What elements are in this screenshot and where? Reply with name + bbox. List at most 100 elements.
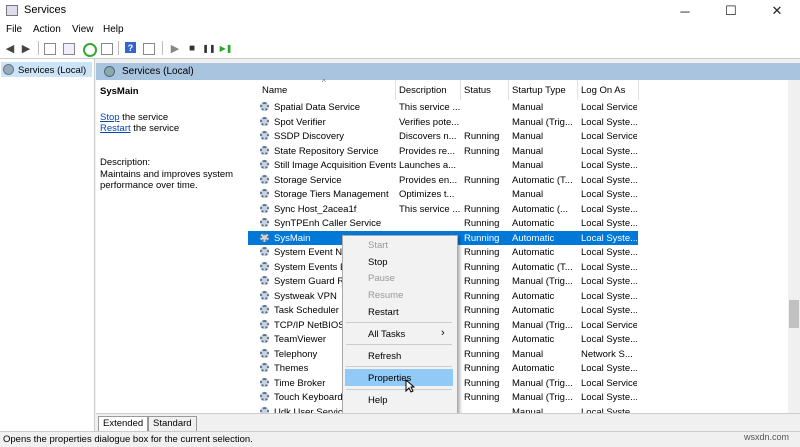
table-row[interactable]: Spot Verifier Verifies pote... Manual (Tri…: [248, 115, 638, 130]
restart-service-link[interactable]: Restart: [100, 123, 131, 134]
context-help[interactable]: Help: [368, 395, 388, 406]
service-name: Still Image Acquisition Events: [274, 160, 396, 171]
column-header-status[interactable]: Status: [464, 85, 491, 96]
column-header-startup-type[interactable]: Startup Type: [512, 85, 566, 96]
service-status: Running: [464, 305, 500, 316]
service-gear-icon: [260, 160, 269, 169]
column-divider[interactable]: [638, 80, 639, 100]
service-description: Provides re...: [399, 145, 455, 157]
column-divider[interactable]: [395, 80, 396, 100]
tab-extended[interactable]: Extended: [98, 416, 149, 432]
service-gear-icon: [260, 319, 269, 329]
service-gear-icon: [260, 334, 269, 343]
service-description: Provides en...: [399, 174, 458, 186]
service-startup-type: Automatic: [512, 363, 555, 374]
start-service-icon[interactable]: ▶: [168, 41, 182, 55]
service-description: Launches a...: [399, 160, 457, 171]
service-gear-icon: [260, 203, 269, 213]
console-tree: [0, 59, 95, 431]
selected-service-name: SysMain: [100, 86, 139, 97]
table-row[interactable]: Storage Service Provides en... Running Auto…: [248, 173, 638, 188]
column-divider[interactable]: [508, 80, 509, 100]
column-divider[interactable]: [460, 80, 461, 100]
service-log-on-as: Local Service: [581, 102, 637, 113]
context-stop[interactable]: Stop: [368, 257, 388, 268]
service-status: Running: [464, 334, 500, 345]
refresh-icon[interactable]: [83, 43, 97, 57]
menu-help[interactable]: Help: [103, 24, 124, 35]
menu-action[interactable]: Action: [33, 24, 61, 35]
properties-sheet-icon[interactable]: [63, 43, 75, 55]
description-pane: SysMain Stop the service Restart the ser…: [96, 80, 248, 413]
table-row[interactable]: SynTPEnh Caller Service Running Automatic L…: [248, 216, 638, 231]
context-all-tasks[interactable]: All Tasks: [368, 329, 405, 340]
close-button[interactable]: ✕: [754, 0, 800, 22]
service-name: Storage Tiers Management: [274, 189, 389, 200]
service-startup-type: Manual (Trig...: [512, 116, 573, 128]
stop-service-link[interactable]: Stop: [100, 112, 120, 123]
column-header-description[interactable]: Description: [399, 85, 447, 96]
service-startup-type: Manual (Trig...: [512, 377, 573, 389]
restart-line-text: the service: [130, 123, 180, 134]
service-status: Running: [464, 276, 500, 287]
service-gear-icon: [260, 174, 269, 184]
context-separator: [346, 344, 452, 345]
service-log-on-as: Local Syste...: [581, 218, 637, 229]
table-row[interactable]: SSDP Discovery Discovers n... Running Manua…: [248, 129, 638, 144]
service-log-on-as: Local Syste...: [581, 116, 637, 128]
service-status: Running: [464, 131, 500, 142]
restart-service-icon[interactable]: ▶❚: [219, 41, 233, 55]
context-start[interactable]: Start: [368, 240, 388, 251]
column-header-log-on-as[interactable]: Log On As: [581, 85, 625, 96]
service-startup-type: Manual (Trig...: [512, 319, 573, 331]
stop-line-text: the service: [119, 112, 169, 123]
services-gear-icon: [104, 66, 115, 77]
forward-arrow-icon[interactable]: ▶: [19, 41, 33, 55]
export-list-icon[interactable]: [101, 43, 113, 55]
stop-service-icon[interactable]: ■: [185, 41, 199, 55]
description-label: Description:: [100, 157, 151, 168]
maximize-button[interactable]: ☐: [708, 0, 754, 22]
context-restart[interactable]: Restart: [368, 307, 399, 318]
description-text-2: performance over time.: [100, 180, 198, 191]
menu-view[interactable]: View: [72, 24, 94, 35]
tab-standard[interactable]: Standard: [148, 416, 197, 432]
service-description: Verifies pote...: [399, 116, 460, 128]
vertical-scrollbar[interactable]: [788, 80, 800, 413]
scrollbar-thumb[interactable]: [789, 300, 799, 328]
minimize-button[interactable]: ─: [662, 0, 708, 22]
service-gear-icon: [260, 102, 269, 111]
service-status: Running: [464, 261, 500, 273]
table-row[interactable]: Sync Host_2acea1f This service ... Running…: [248, 202, 638, 217]
toolbar-separator: [162, 41, 163, 55]
context-resume[interactable]: Resume: [368, 290, 403, 301]
table-row[interactable]: Still Image Acquisition Events Launches a…: [248, 158, 638, 173]
table-row[interactable]: Storage Tiers Management Optimizes t... Ma…: [248, 187, 638, 202]
table-row[interactable]: State Repository Service Provides re... Ru…: [248, 144, 638, 159]
service-gear-icon: [260, 392, 269, 401]
service-log-on-as: Local Syste...: [581, 392, 637, 403]
context-refresh[interactable]: Refresh: [368, 351, 401, 362]
service-log-on-as: Local Syste...: [581, 203, 637, 215]
context-pause[interactable]: Pause: [368, 273, 395, 284]
service-status: Running: [464, 145, 500, 157]
column-divider[interactable]: [577, 80, 578, 100]
service-log-on-as: Local Syste...: [581, 189, 637, 200]
column-header-name[interactable]: Name: [262, 85, 287, 96]
help-icon[interactable]: ?: [125, 42, 136, 53]
service-log-on-as: Local Syste...: [581, 145, 637, 157]
back-arrow-icon[interactable]: ◀: [3, 41, 17, 55]
service-status: Running: [464, 203, 500, 215]
menu-file[interactable]: File: [6, 24, 22, 35]
service-startup-type: Manual: [512, 160, 544, 171]
pause-service-icon[interactable]: ❚❚: [202, 41, 216, 55]
service-startup-type: Automatic: [512, 305, 555, 316]
sort-arrow-icon: ^: [322, 78, 326, 87]
services-app-icon: [6, 5, 18, 16]
console-tree-icon[interactable]: [44, 43, 56, 55]
services-gear-icon: [3, 64, 14, 75]
service-startup-type: Automatic: [512, 232, 555, 244]
show-action-pane-icon[interactable]: [143, 43, 155, 55]
table-row[interactable]: Spatial Data Service This service ... Manu…: [248, 100, 638, 115]
tree-item-label: Services (Local): [18, 65, 87, 76]
